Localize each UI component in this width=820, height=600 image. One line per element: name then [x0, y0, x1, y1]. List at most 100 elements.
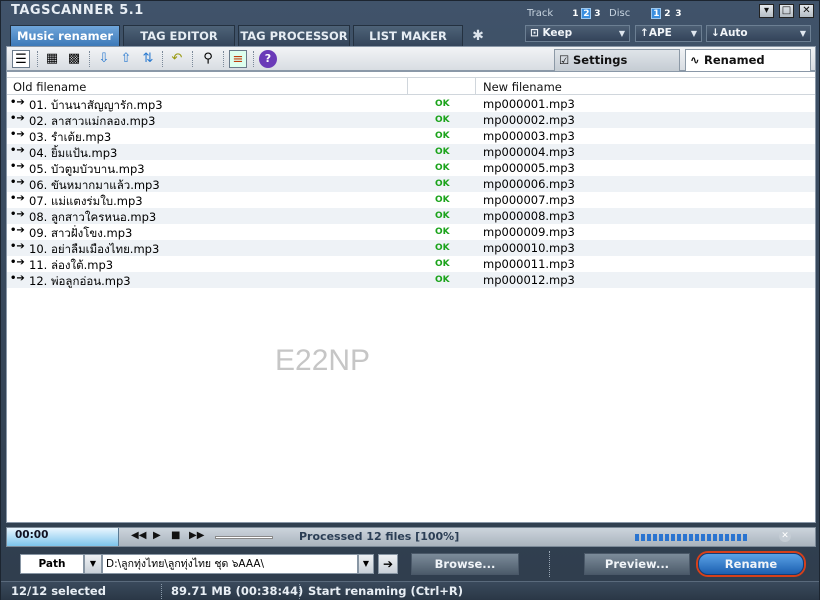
time-display: 00:00 [7, 528, 119, 546]
new-filename: mp000001.mp3 [483, 97, 575, 111]
track-3-button[interactable]: 3 [592, 9, 602, 20]
row-arrow-icon: •➔ [10, 241, 25, 252]
path-history-dropdown[interactable]: ▼ [358, 554, 374, 574]
table-row[interactable]: •➔ 12. พ่อลูกอ่อน.mp3 OK mp000012.mp3 [7, 272, 815, 288]
go-arrow-icon[interactable]: ➔ [378, 554, 398, 574]
status-badge: OK [435, 259, 450, 269]
case-icon: ⊡ [530, 27, 543, 39]
prev-icon[interactable]: ◀◀ [131, 530, 146, 541]
tab-settings-label: Settings [573, 53, 628, 67]
path-input[interactable]: D:\ลูกทุ่งไทย\ลูกทุ่งไทย ชุด ๖AAA\ [102, 554, 358, 574]
status-badge: OK [435, 131, 450, 141]
row-arrow-icon: •➔ [10, 225, 25, 236]
play-icon[interactable]: ▶ [153, 530, 161, 541]
compare-icon[interactable]: ≡ [229, 50, 247, 68]
preview-button[interactable]: Preview... [584, 553, 690, 575]
minimize-icon[interactable]: ▾ [759, 4, 774, 18]
maximize-icon[interactable]: □ [779, 4, 794, 18]
path-bar: Path ▼ D:\ลูกทุ่งไทย\ลูกทุ่งไทย ชุด ๖AAA… [6, 549, 816, 579]
case-value: Keep [542, 27, 573, 39]
track-1-button[interactable]: 1 [570, 9, 580, 20]
path-label[interactable]: Path [20, 554, 84, 574]
status-badge: OK [435, 115, 450, 125]
close-icon[interactable]: ✕ [799, 4, 814, 18]
mode-dropdown[interactable]: ↓Auto ▼ [706, 25, 811, 42]
new-filename: mp000002.mp3 [483, 113, 575, 127]
chevron-down-icon: ▼ [690, 29, 697, 38]
tab-renamed[interactable]: ∿ Renamed [685, 49, 811, 71]
move-up-icon[interactable]: ⇧ [117, 50, 135, 68]
disc-1-button[interactable]: 1 [651, 8, 662, 19]
sort-icon[interactable]: ⇅ [139, 50, 157, 68]
table-row[interactable]: •➔ 02. ลาสาวแม่กลอง.mp3 OK mp000002.mp3 [7, 112, 815, 128]
find-icon[interactable]: ⚲ [199, 50, 217, 68]
row-arrow-icon: •➔ [10, 161, 25, 172]
new-filename: mp000007.mp3 [483, 193, 575, 207]
chevron-down-icon: ▼ [618, 29, 625, 38]
path-type-dropdown[interactable]: ▼ [84, 554, 102, 574]
disc-3-button[interactable]: 3 [673, 9, 683, 20]
app-window: TAGSCANNER 5.1 Track 123 Disc 123 ▾ □ ✕ … [0, 0, 820, 600]
column-old-filename[interactable]: Old filename [13, 80, 86, 94]
table-row[interactable]: •➔ 09. สาวฝั่งโขง.mp3 OK mp000009.mp3 [7, 224, 815, 240]
rename-button[interactable]: Rename [698, 553, 804, 575]
chevron-down-icon: ▼ [362, 559, 370, 568]
mode-value: Auto [719, 27, 748, 39]
row-arrow-icon: •➔ [10, 273, 25, 284]
tag-dropdown[interactable]: ↑APE ▼ [635, 25, 702, 42]
new-filename: mp000011.mp3 [483, 257, 575, 271]
disc-2-button[interactable]: 2 [662, 9, 672, 20]
table-row[interactable]: •➔ 01. บ้านนาสัญญารัก.mp3 OK mp000001.mp3 [7, 96, 815, 112]
tab-tag-editor[interactable]: TAG EDITOR [123, 25, 235, 46]
column-header: Old filename New filename [7, 77, 815, 95]
move-down-icon[interactable]: ⇩ [95, 50, 113, 68]
new-filename: mp000009.mp3 [483, 225, 575, 239]
row-arrow-icon: •➔ [10, 177, 25, 188]
new-filename: mp000006.mp3 [483, 177, 575, 191]
browse-button[interactable]: Browse... [411, 553, 519, 575]
new-filename: mp000008.mp3 [483, 209, 575, 223]
track-2-button[interactable]: 2 [581, 8, 592, 19]
table-row[interactable]: •➔ 03. รำเต้ย.mp3 OK mp000003.mp3 [7, 128, 815, 144]
table-row[interactable]: •➔ 11. ล่องใต้.mp3 OK mp000011.mp3 [7, 256, 815, 272]
table-row[interactable]: •➔ 08. ลูกสาวใครหนอ.mp3 OK mp000008.mp3 [7, 208, 815, 224]
case-dropdown[interactable]: ⊡ Keep ▼ [525, 25, 630, 42]
file-list[interactable]: Old filename New filename •➔ 01. บ้านนาสั… [6, 71, 816, 523]
status-badge: OK [435, 99, 450, 109]
tab-tag-processor[interactable]: TAG PROCESSOR [238, 25, 350, 46]
new-filename: mp000005.mp3 [483, 161, 575, 175]
tab-renamed-label: Renamed [704, 53, 765, 67]
watermark: E22NP [275, 344, 371, 377]
progress-indicator [635, 534, 749, 541]
total-size: 89.71 MB (00:38:44) [171, 584, 304, 598]
old-filename: 12. พ่อลูกอ่อน.mp3 [29, 274, 131, 288]
row-arrow-icon: •➔ [10, 257, 25, 268]
table-row[interactable]: •➔ 10. อย่าลืมเมืองไทย.mp3 OK mp000010.mp3 [7, 240, 815, 256]
list-view-icon[interactable]: ☰ [12, 50, 30, 68]
column-new-filename[interactable]: New filename [483, 80, 562, 94]
tab-settings[interactable]: ☑ Settings [554, 49, 680, 71]
status-badge: OK [435, 275, 450, 285]
status-hint: Start renaming (Ctrl+R) [308, 584, 464, 598]
up-arrow-icon: ↑ [640, 27, 649, 39]
seek-slider[interactable] [215, 536, 273, 539]
tab-music-renamer[interactable]: Music renamer [10, 25, 120, 46]
next-icon[interactable]: ▶▶ [189, 530, 204, 541]
select-none-icon[interactable]: ▩ [65, 50, 83, 68]
status-badge: OK [435, 227, 450, 237]
table-row[interactable]: •➔ 05. บัวตูมบัวบาน.mp3 OK mp000005.mp3 [7, 160, 815, 176]
help-icon[interactable]: ? [259, 50, 277, 68]
gear-icon[interactable]: ✱ [469, 27, 487, 45]
select-all-icon[interactable]: ▦ [43, 50, 61, 68]
clear-icon[interactable]: ✕ [779, 530, 791, 542]
table-row[interactable]: •➔ 07. แม่แตงร่มใบ.mp3 OK mp000007.mp3 [7, 192, 815, 208]
undo-icon[interactable]: ↶ [168, 50, 186, 68]
app-logo: TAGSCANNER 5.1 [11, 3, 144, 18]
tab-list-maker[interactable]: LIST MAKER [353, 25, 463, 46]
table-row[interactable]: •➔ 06. ขันหมากมาแล้ว.mp3 OK mp000006.mp3 [7, 176, 815, 192]
row-arrow-icon: •➔ [10, 145, 25, 156]
renamed-icon: ∿ [690, 53, 700, 67]
stop-icon[interactable]: ■ [171, 530, 180, 541]
title-bar: TAGSCANNER 5.1 Track 123 Disc 123 ▾ □ ✕ [1, 1, 820, 23]
table-row[interactable]: •➔ 04. ยิ้มแป้น.mp3 OK mp000004.mp3 [7, 144, 815, 160]
